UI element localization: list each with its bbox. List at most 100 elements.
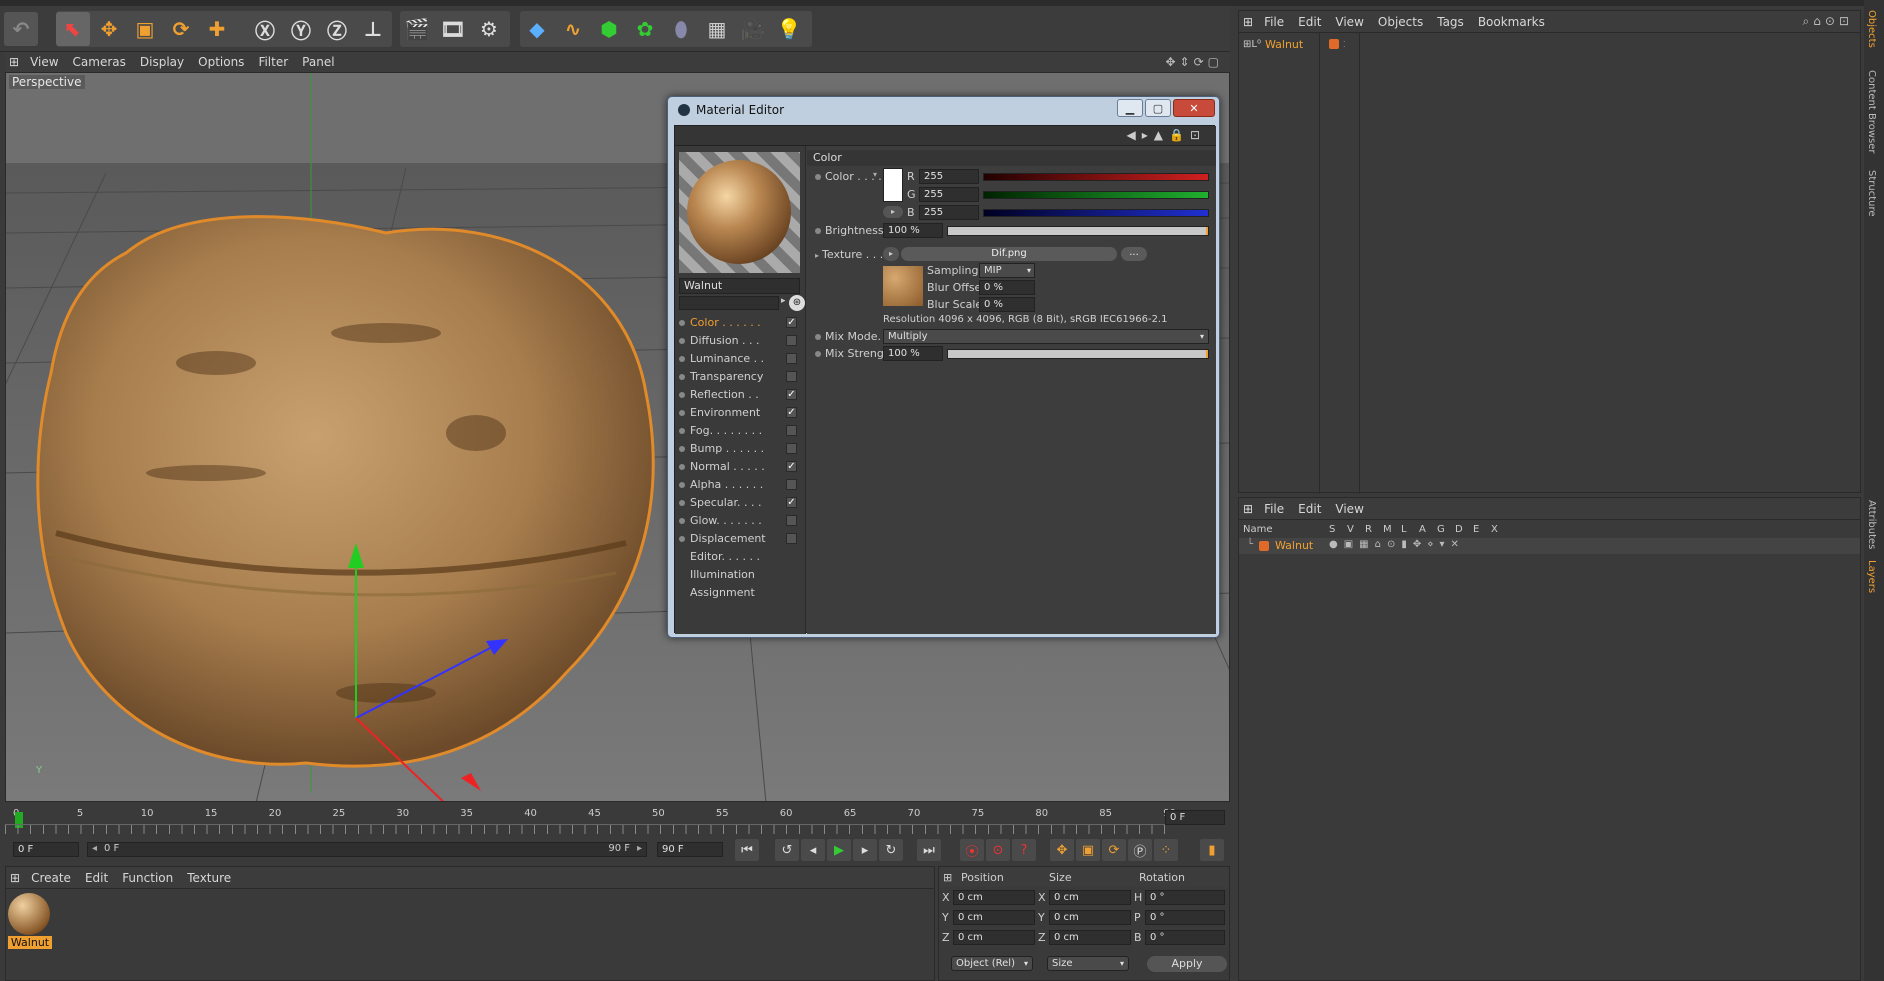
- rot-p-field[interactable]: 0 °: [1145, 910, 1225, 925]
- pos-z-field[interactable]: 0 cm: [953, 930, 1035, 945]
- play-icon[interactable]: ▶: [827, 839, 851, 861]
- col-x[interactable]: X: [1491, 524, 1498, 535]
- timeline-ruler[interactable]: 051015202530354045505560657075808590 0 F: [5, 806, 1230, 836]
- channel-transparency[interactable]: Transparency: [679, 368, 799, 385]
- spline-icon[interactable]: ∿: [556, 12, 590, 46]
- channel-bump[interactable]: Bump . . . . . .: [679, 440, 799, 457]
- menu-options[interactable]: Options: [191, 55, 251, 69]
- menu-filter[interactable]: Filter: [251, 55, 295, 69]
- brightness-slider[interactable]: [947, 226, 1209, 236]
- scale-tool-icon[interactable]: ▣: [128, 12, 162, 46]
- b-slider[interactable]: [983, 209, 1209, 217]
- visibility-dots-icon[interactable]: ⁚: [1343, 40, 1346, 49]
- range-left-arrow-icon[interactable]: ◂: [92, 843, 97, 854]
- coordinate-system-icon[interactable]: ⊥: [356, 12, 390, 46]
- expand-arrow-icon[interactable]: ▸: [781, 296, 789, 310]
- obj-search-icons[interactable]: ⌕⌂⊙⊡: [1796, 14, 1860, 29]
- blur-offset-field[interactable]: 0 %: [979, 280, 1035, 295]
- key-rotation-icon[interactable]: ⟳: [1102, 839, 1126, 861]
- tab-content-browser[interactable]: Content Browser: [1866, 70, 1877, 153]
- menu-cameras[interactable]: Cameras: [66, 55, 133, 69]
- render-view-icon[interactable]: 🎬: [400, 12, 434, 46]
- range-right-arrow-icon[interactable]: ▸: [637, 843, 642, 854]
- channel-luminance[interactable]: Luminance . .: [679, 350, 799, 367]
- channel-normal[interactable]: Normal . . . . . ✓: [679, 458, 799, 475]
- channel-checkbox[interactable]: ✓: [786, 407, 797, 418]
- minimize-button[interactable]: ▁: [1117, 99, 1143, 117]
- sampling-dropdown[interactable]: MIP ▾: [979, 263, 1035, 278]
- nurbs-icon[interactable]: ⬢: [592, 12, 626, 46]
- mat-menu-create[interactable]: Create: [24, 871, 78, 885]
- record-keys-icon[interactable]: ⦿: [960, 839, 984, 861]
- key-parameter-icon[interactable]: Ⓟ: [1128, 839, 1152, 861]
- prev-frame-icon[interactable]: ◂: [801, 839, 825, 861]
- next-frame-icon[interactable]: ▸: [853, 839, 877, 861]
- object-name[interactable]: Walnut: [1265, 38, 1303, 51]
- start-frame-field[interactable]: 0 F: [13, 842, 79, 857]
- material-thumb-walnut[interactable]: Walnut: [8, 893, 52, 949]
- channel-diffusion[interactable]: Diffusion . . .: [679, 332, 799, 349]
- menu-display[interactable]: Display: [133, 55, 191, 69]
- size-mode-dropdown[interactable]: Size ▾: [1047, 956, 1129, 971]
- size-z-field[interactable]: 0 cm: [1049, 930, 1131, 945]
- channel-checkbox[interactable]: [786, 443, 797, 454]
- channel-alpha[interactable]: Alpha . . . . . .: [679, 476, 799, 493]
- tab-layers[interactable]: Layers: [1866, 560, 1877, 593]
- channel-checkbox[interactable]: [786, 353, 797, 364]
- mix-strength-field[interactable]: 100 %: [883, 346, 943, 361]
- texture-browse-button[interactable]: ...: [1121, 247, 1147, 261]
- current-frame-field[interactable]: 0 F: [1165, 810, 1225, 825]
- col-r[interactable]: R: [1365, 524, 1372, 535]
- mat-menu-edit[interactable]: Edit: [78, 871, 115, 885]
- nav-arrows-icon[interactable]: ◀▸▲🔒⊡: [1127, 128, 1206, 142]
- obj-menu-file[interactable]: File: [1257, 15, 1291, 29]
- channel-checkbox[interactable]: [786, 479, 797, 490]
- col-d[interactable]: D: [1455, 524, 1463, 535]
- auto-key-icon[interactable]: ⊙: [986, 839, 1010, 861]
- col-s[interactable]: S: [1329, 524, 1335, 535]
- channel-color[interactable]: Color . . . . . . ✓: [679, 314, 799, 331]
- tab-structure[interactable]: Structure: [1866, 170, 1877, 217]
- b-value-field[interactable]: 255: [919, 205, 979, 220]
- r-value-field[interactable]: 255: [919, 169, 979, 184]
- timeline-window-icon[interactable]: ▮: [1200, 839, 1224, 861]
- item-assignment[interactable]: Assignment: [679, 584, 799, 601]
- obj-menu-view[interactable]: View: [1328, 15, 1370, 29]
- key-scale-icon[interactable]: ▣: [1076, 839, 1100, 861]
- mat-menu-texture[interactable]: Texture: [180, 871, 238, 885]
- z-axis-lock-icon[interactable]: Ⓩ: [320, 12, 354, 46]
- add-object-icon[interactable]: ✚: [200, 12, 234, 46]
- g-slider[interactable]: [983, 191, 1209, 199]
- rotate-tool-icon[interactable]: ⟳: [164, 12, 198, 46]
- layer-toggle-icons[interactable]: ●▣▦⌂⊙▮✥⋄▾✕: [1329, 539, 1465, 550]
- col-l[interactable]: L: [1401, 524, 1407, 535]
- channel-checkbox[interactable]: [786, 335, 797, 346]
- r-slider[interactable]: [983, 173, 1209, 181]
- texture-menu-button[interactable]: ▸: [883, 247, 899, 261]
- col-a[interactable]: A: [1419, 524, 1426, 535]
- item-illumination[interactable]: Illumination: [679, 566, 799, 583]
- key-position-icon[interactable]: ✥: [1050, 839, 1074, 861]
- obj-menu-objects[interactable]: Objects: [1371, 15, 1430, 29]
- channel-checkbox[interactable]: ✓: [786, 497, 797, 508]
- cube-icon[interactable]: ◆: [520, 12, 554, 46]
- rot-b-field[interactable]: 0 °: [1145, 930, 1225, 945]
- layer-color-tag[interactable]: [1329, 39, 1339, 49]
- channel-checkbox[interactable]: [786, 533, 797, 544]
- y-axis-lock-icon[interactable]: Ⓨ: [284, 12, 318, 46]
- color-mode-toggle[interactable]: ▸: [883, 206, 903, 218]
- channel-checkbox[interactable]: [786, 515, 797, 526]
- tab-objects[interactable]: Objects: [1866, 10, 1877, 48]
- menu-panel[interactable]: Panel: [295, 55, 341, 69]
- render-settings-icon[interactable]: ⚙: [472, 12, 506, 46]
- channel-checkbox[interactable]: ✓: [786, 317, 797, 328]
- channel-reflection[interactable]: Reflection . . ✓: [679, 386, 799, 403]
- channel-specular[interactable]: Specular. . . . ✓: [679, 494, 799, 511]
- size-y-field[interactable]: 0 cm: [1049, 910, 1131, 925]
- texture-thumbnail[interactable]: [883, 266, 923, 306]
- mix-mode-dropdown[interactable]: Multiply ▾: [883, 329, 1209, 344]
- floor-icon[interactable]: ▦: [700, 12, 734, 46]
- close-button[interactable]: ✕: [1173, 99, 1215, 117]
- size-x-field[interactable]: 0 cm: [1049, 890, 1131, 905]
- layer-menu-view[interactable]: View: [1328, 502, 1370, 516]
